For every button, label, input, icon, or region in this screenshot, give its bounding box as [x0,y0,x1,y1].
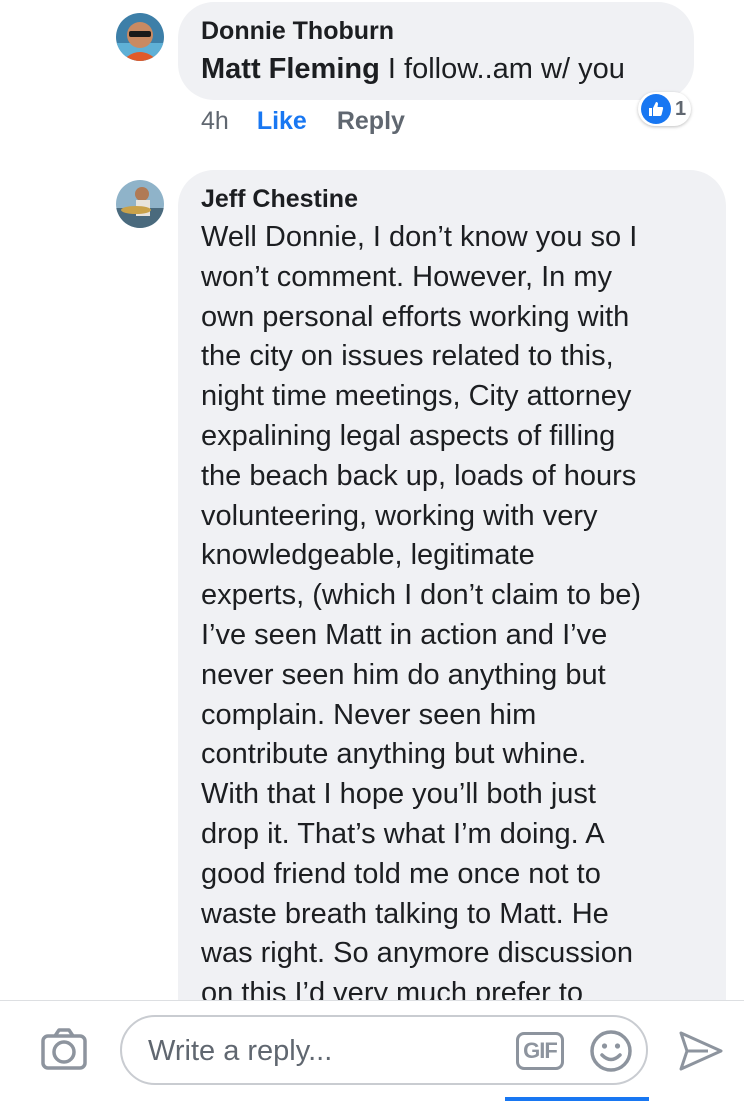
reply-input-box[interactable]: GIF [120,1015,648,1085]
comment-text-line: I’ve seen Matt in action and I’ve [201,618,608,651]
comment-text-line: night time meetings, City attorney [201,380,632,413]
reaction-count: 1 [675,97,687,120]
comment-author[interactable]: Jeff Chestine [201,185,358,214]
comment-text-line: drop it. That’s what I’m doing. A [201,817,605,850]
comment-text-line: complain. Never seen him [201,698,537,731]
reaction-badge[interactable]: 1 [638,92,692,126]
comment-text-line: own personal efforts working with [201,300,630,333]
comment-text-line: volunteering, working with very [201,499,598,532]
comment-meta: 4h Like Reply [201,107,405,136]
comment-text-line: experts, (which I don’t claim to be) [201,579,642,612]
comment-text: Matt Fleming I follow..am w/ you [201,53,625,86]
comment-text-line: Well Donnie, I don’t know you so I [201,221,638,253]
comment-text-line: won’t comment. However, In my [201,260,612,293]
comment-text-line: contribute anything but whine. [201,738,587,771]
reply-button[interactable]: Reply [337,107,405,135]
comment-text-line: the beach back up, loads of hours [201,459,637,492]
avatar-jeff-chestine[interactable] [116,180,164,228]
comment-text-line: expalining legal aspects of filling [201,419,616,452]
comment-text-line: was right. So anymore discussion [201,937,633,970]
comment-text-body: I follow..am w/ you [379,53,625,85]
send-icon[interactable] [678,1029,724,1073]
active-indicator-bar [505,1097,649,1101]
comment-text-line: good friend told me once not to [201,857,601,890]
reply-input[interactable] [146,1029,510,1073]
comment-timestamp: 4h [201,107,229,135]
gif-icon[interactable]: GIF [516,1032,564,1070]
emoji-icon[interactable] [588,1028,634,1074]
avatar-donnie-thoburn[interactable] [116,13,164,61]
comment-text-line: waste breath talking to Matt. He [201,897,609,930]
thumbs-up-icon [641,94,671,124]
comment-text-line: With that I hope you’ll both just [201,778,596,811]
comment-text-line: the city on issues related to this, [201,340,614,373]
camera-icon[interactable] [40,1027,88,1071]
comment-text-line: never seen him do anything but [201,658,606,691]
reply-composer: GIF [0,1000,744,1101]
comment-author[interactable]: Donnie Thoburn [201,17,394,46]
comment-text-line: knowledgeable, legitimate [201,539,535,572]
comment-text: Well Donnie, I don’t know you so I won’t … [201,218,706,1014]
like-button[interactable]: Like [257,107,307,135]
mention-link[interactable]: Matt Fleming [201,53,380,85]
